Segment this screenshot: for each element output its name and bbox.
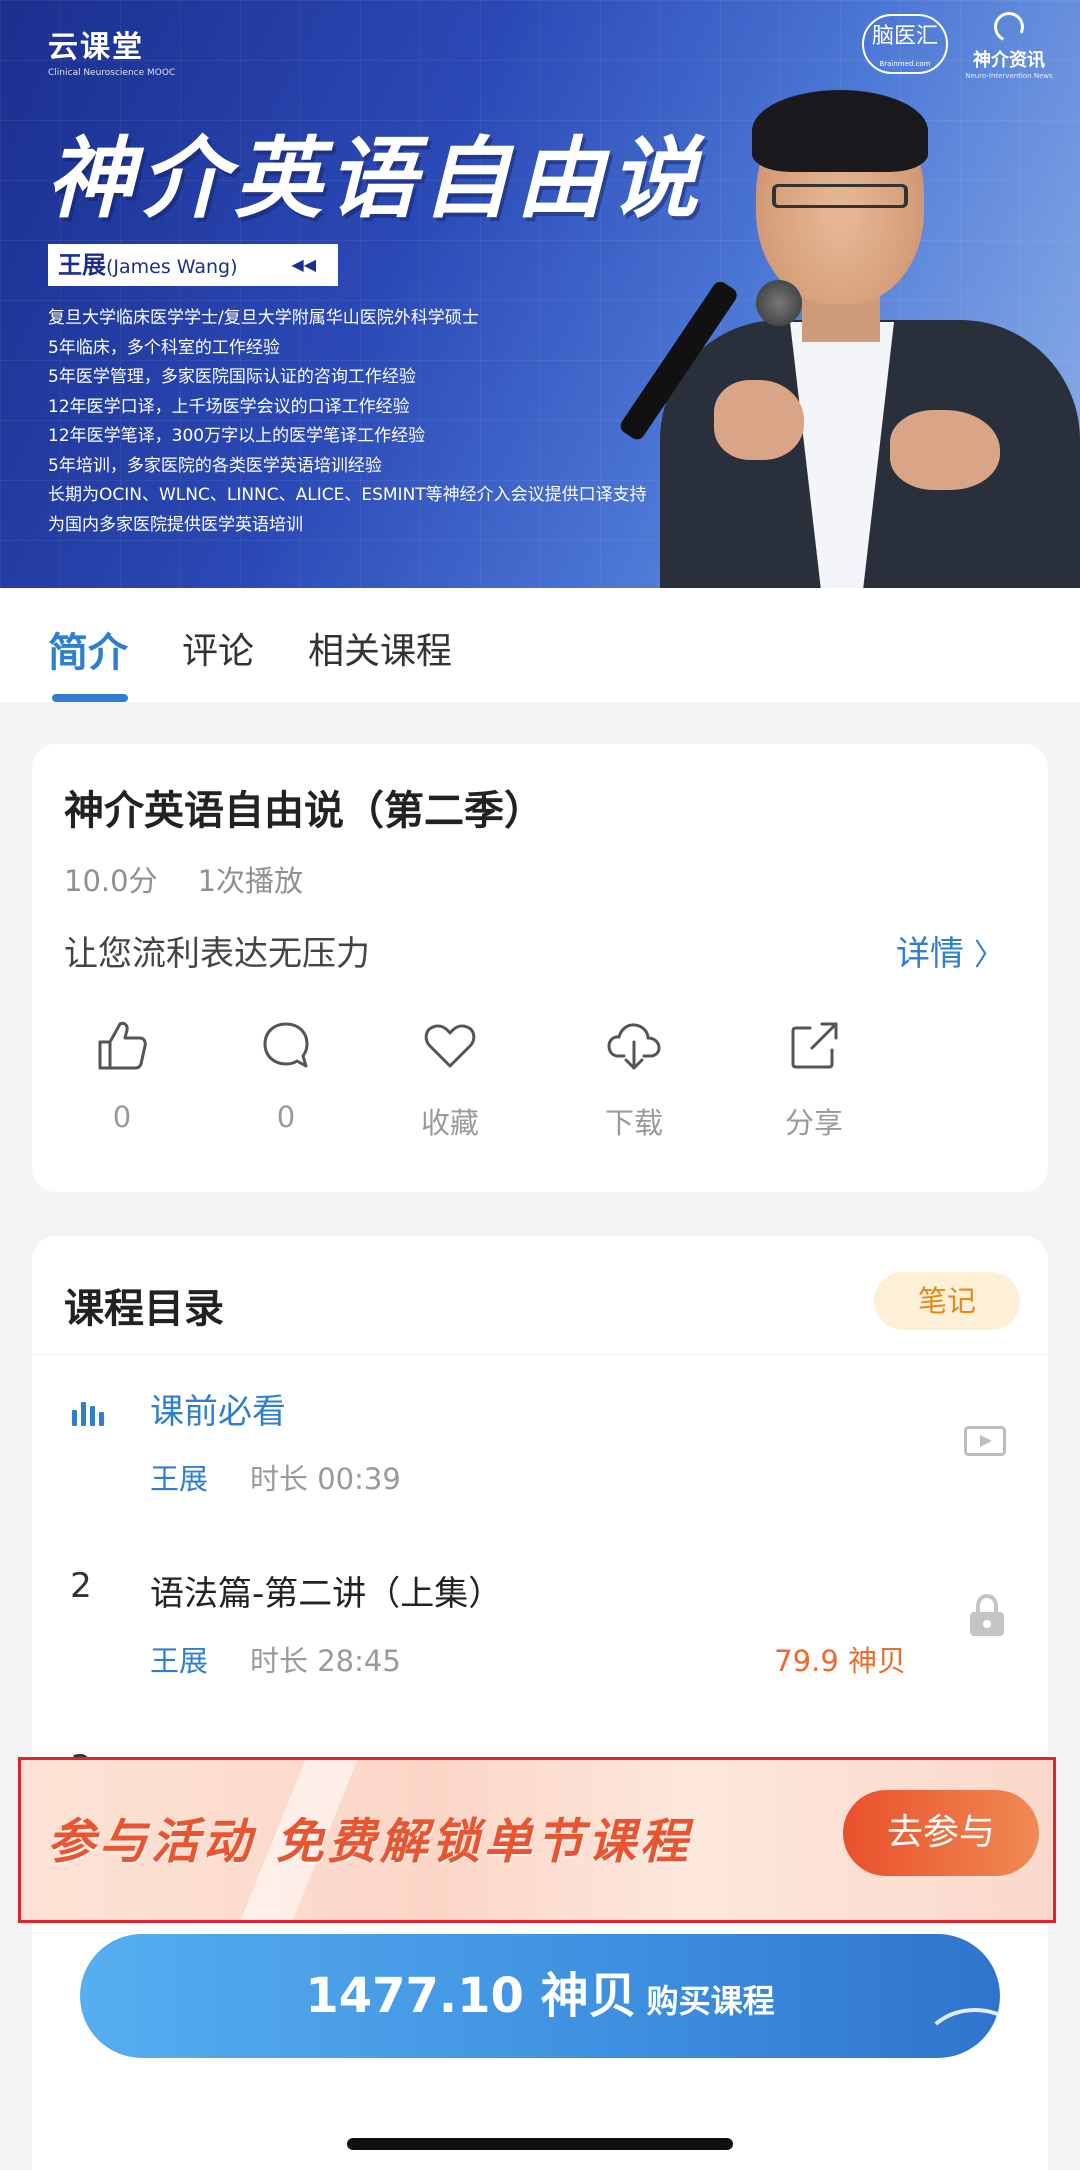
lesson-item[interactable]: 课前必看 王展 时长 00:39 [32,1364,1048,1544]
lesson-duration: 时长 00:39 [250,1462,401,1496]
bio-line: 12年医学口译，上千场医学会议的口译工作经验 [48,396,410,417]
wave-decoration-icon [920,2008,1000,2058]
bio-line: 5年培训，多家医院的各类医学英语培训经验 [48,455,382,476]
download-label: 下载 [604,1106,663,1140]
course-description: 让您流利表达无压力 [64,934,370,974]
bio-line: 5年医学管理，多家医院国际认证的咨询工作经验 [48,367,416,387]
details-link[interactable]: 详情〉 [896,926,1004,975]
share-icon [791,1022,838,1069]
lesson-title: 课前必看 [150,1392,286,1432]
comment-count: 0 [276,1100,296,1134]
comment-icon [263,1022,309,1068]
lesson-duration: 时长 28:45 [250,1644,401,1678]
video-play-icon[interactable] [964,1426,1006,1456]
lesson-title: 语法篇-第二讲（上集） [150,1574,503,1614]
bio-line: 复旦大学临床医学学士/复旦大学附属华山医院外科学硕士 [48,308,479,328]
share-label: 分享 [784,1106,843,1140]
tab-bar: 简介 评论 相关课程 [0,588,1080,702]
course-title: 神介英语自由说（第二季） [64,788,544,834]
tab-active-indicator [52,694,128,702]
lesson-teacher: 王展 [150,1462,209,1496]
neuro-news-logo: 神介资讯 Neuro-Intervention News [964,7,1054,80]
lesson-item[interactable]: 2 语法篇-第二讲（上集） 王展 时长 28:45 79.9 神贝 [32,1546,1048,1726]
promo-banner[interactable]: 参与活动 免费解锁单节课程 去参与 [18,1757,1056,1923]
notes-button[interactable]: 笔记 [874,1272,1020,1330]
details-label: 详情 [896,934,964,974]
bio-line: 5年临床，多个科室的工作经验 [48,337,280,358]
logo-main-text: 云课堂 [48,30,144,65]
neuro-news-mark-icon [989,7,1029,47]
divider [32,1354,1048,1355]
share-button[interactable]: 分享 [754,1016,874,1142]
comment-button[interactable]: 0 [226,1016,346,1134]
course-meta: 10.0分 1次播放 [64,858,303,900]
bio-line: 为国内多家医院提供医学英语培训 [48,514,303,535]
presenter-name: 王展 [58,251,106,279]
join-activity-button[interactable]: 去参与 [843,1790,1039,1876]
download-button[interactable]: 下载 [574,1016,694,1142]
lesson-teacher: 王展 [150,1644,209,1678]
brainmed-logo-sub: Brainmed.com [879,60,931,68]
tab-comments[interactable]: 评论 [182,622,254,674]
buy-price: 1477.10 神贝 [305,1968,637,2024]
presenter-english-name: (James Wang) [106,256,238,278]
like-count: 0 [112,1100,132,1134]
buy-label: 购买课程 [646,1982,775,2020]
home-indicator [347,2138,733,2150]
catalog-title: 课程目录 [64,1286,224,1332]
like-button[interactable]: 0 [62,1016,182,1134]
thumbs-up-icon [98,1021,147,1070]
lesson-number: 2 [70,1566,92,1606]
lock-icon [970,1594,1004,1636]
favorite-label: 收藏 [420,1106,479,1140]
tab-related-courses[interactable]: 相关课程 [308,622,452,674]
tab-intro[interactable]: 简介 [48,620,128,678]
yunketang-logo: 云课堂 Clinical Neuroscience MOOC [48,22,176,78]
course-score: 10.0分 [64,864,158,898]
buy-course-button[interactable]: 1477.10 神贝 购买课程 [80,1934,1000,2058]
logo-sub-text: Clinical Neuroscience MOOC [48,68,176,78]
course-banner: 云课堂 Clinical Neuroscience MOOC 脑医汇 Brain… [0,0,1080,588]
lesson-price: 79.9 神贝 [774,1644,906,1678]
promo-text: 参与活动 免费解锁单节课程 [47,1814,692,1870]
course-info-card: 神介英语自由说（第二季） 10.0分 1次播放 让您流利表达无压力 详情〉 0 0… [32,744,1048,1192]
brainmed-logo: 脑医汇 Brainmed.com [862,14,948,74]
bio-line: 长期为OCIN、WLNC、LINNC、ALICE、ESMINT等神经介入会议提供… [48,485,647,505]
presenter-name-tag: 王展(James Wang) ◀◀ [48,244,338,286]
heart-icon [424,1024,476,1068]
neuro-news-logo-sub: Neuro-Intervention News [965,72,1053,80]
bio-line: 12年医学笔译，300万字以上的医学笔译工作经验 [48,426,426,446]
presenter-arrows-icon: ◀◀ [291,255,316,274]
presenter-bio: 复旦大学临床医学学士/复旦大学附属华山医院外科学硕士 5年临床，多个科室的工作经… [48,304,647,540]
now-playing-icon [72,1402,104,1426]
banner-title: 神介英语自由说 [46,127,705,230]
favorite-button[interactable]: 收藏 [390,1016,510,1142]
brainmed-logo-text: 脑医汇 [871,24,938,49]
speaker-photo [617,90,1080,588]
course-play-count: 1次播放 [197,864,304,898]
cloud-download-icon [607,1023,661,1070]
neuro-news-logo-text: 神介资讯 [973,50,1045,71]
chevron-right-icon: 〉 [974,938,1004,973]
